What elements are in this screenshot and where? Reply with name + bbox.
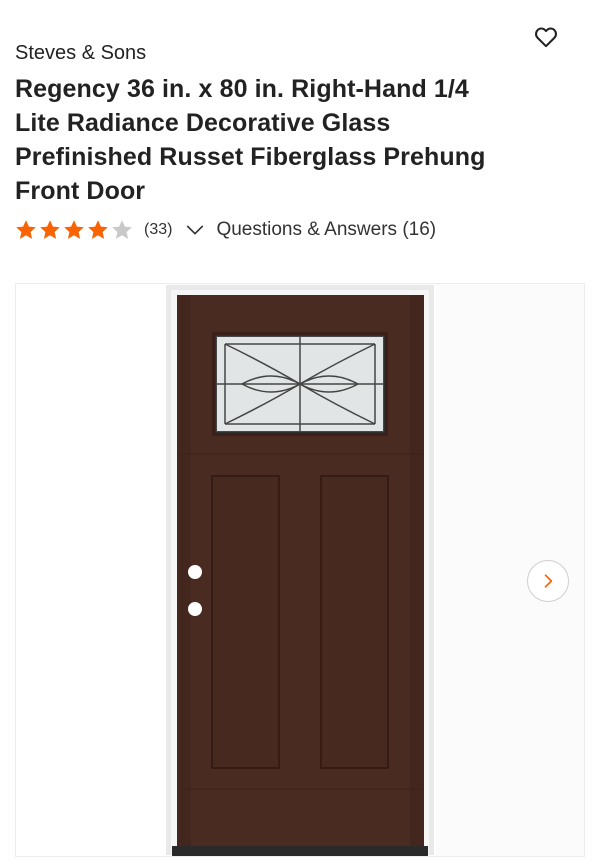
star-icon — [16, 220, 36, 239]
star-icon — [64, 220, 84, 239]
product-header: Steves & Sons Regency 36 in. x 80 in. Ri… — [15, 40, 515, 208]
product-image-gallery[interactable] — [15, 283, 585, 857]
star-icon — [40, 220, 60, 239]
brand-link[interactable]: Steves & Sons — [15, 40, 515, 66]
star-icon — [88, 220, 108, 239]
heart-outline-icon[interactable] — [533, 24, 559, 50]
product-title: Regency 36 in. x 80 in. Right-Hand 1/4 L… — [15, 75, 486, 205]
star-empty-icon — [112, 220, 132, 239]
star-rating[interactable] — [14, 218, 134, 242]
product-image — [166, 284, 584, 856]
chevron-down-icon[interactable] — [184, 219, 206, 241]
chevron-right-icon — [544, 574, 553, 588]
review-count[interactable]: (33) — [144, 221, 172, 239]
rating-row: (33) Questions & Answers (16) — [14, 216, 436, 244]
next-image-button[interactable] — [527, 560, 569, 602]
questions-answers-link[interactable]: Questions & Answers (16) — [216, 219, 436, 241]
